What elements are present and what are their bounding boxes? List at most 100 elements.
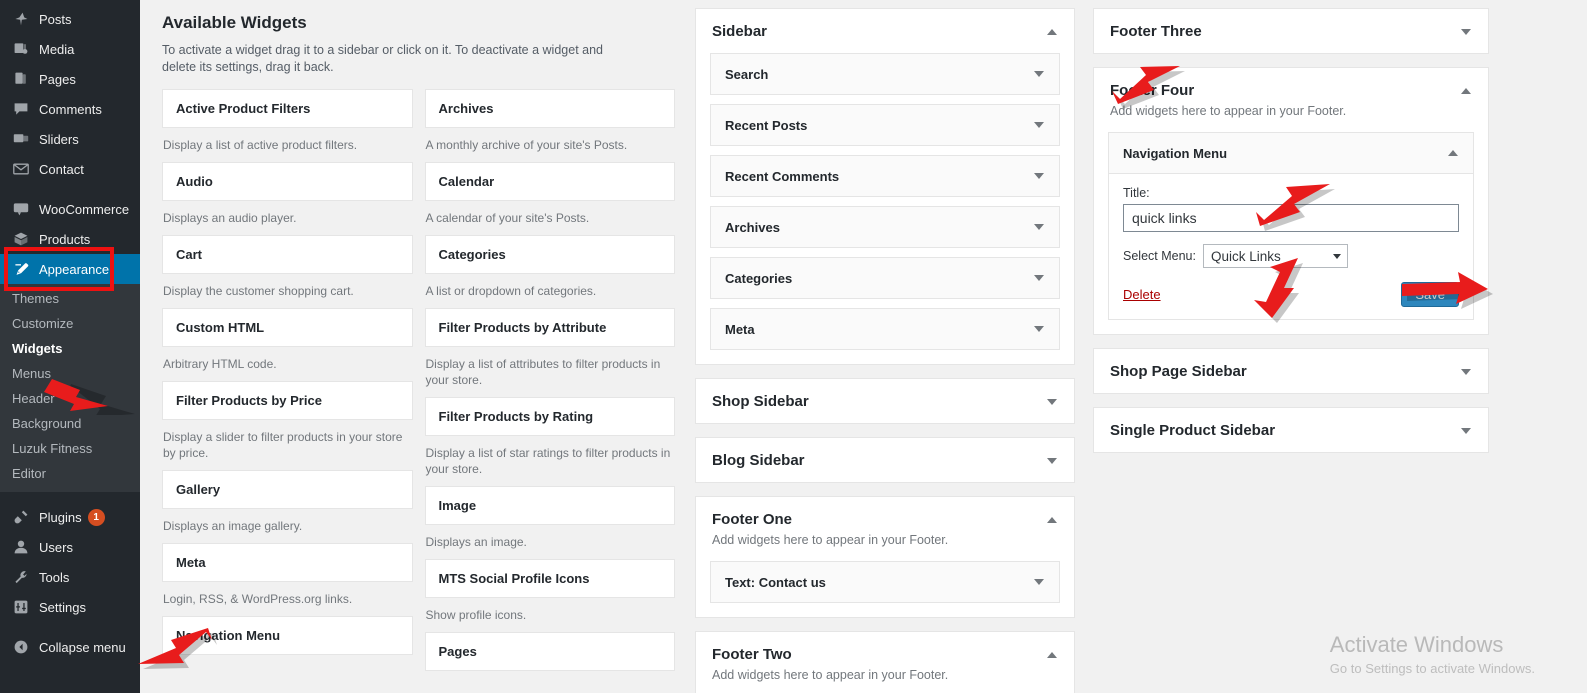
- submenu-item-themes[interactable]: Themes: [0, 286, 140, 311]
- sidebar-item-users[interactable]: Users: [0, 532, 140, 562]
- sidebar-item-settings[interactable]: Settings: [0, 592, 140, 622]
- panel-header-footer-two[interactable]: Footer Two: [696, 632, 1074, 667]
- delete-widget-link[interactable]: Delete: [1123, 287, 1161, 302]
- submenu-item-menus[interactable]: Menus: [0, 361, 140, 386]
- available-widget-card[interactable]: Cart: [162, 235, 413, 274]
- sidebar-item-sliders[interactable]: Sliders: [0, 124, 140, 154]
- panel-subtitle-footer-four: Add widgets here to appear in your Foote…: [1110, 104, 1347, 118]
- available-widget-description: Display a list of attributes to filter p…: [425, 357, 661, 387]
- sidebar-item-woocommerce[interactable]: WooCommerce: [0, 194, 140, 224]
- panel-body-footer-four: Navigation Menu Title: Select Menu: Quic…: [1094, 132, 1488, 334]
- available-widget-card[interactable]: Archives: [424, 89, 675, 128]
- panel-blog-sidebar: Blog Sidebar: [695, 437, 1075, 483]
- chevron-up-icon[interactable]: [1445, 145, 1461, 161]
- widget-row[interactable]: Recent Comments: [710, 155, 1060, 197]
- panel-header-sidebar[interactable]: Sidebar: [696, 9, 1074, 53]
- available-widget-card[interactable]: Navigation Menu: [162, 616, 413, 655]
- sidebar-item-comments[interactable]: Comments: [0, 94, 140, 124]
- panel-header-blog-sidebar[interactable]: Blog Sidebar: [696, 438, 1074, 482]
- chevron-down-icon[interactable]: [1458, 423, 1474, 439]
- media-icon: [10, 41, 32, 57]
- chevron-down-icon[interactable]: [1458, 24, 1474, 40]
- envelope-icon: [10, 161, 32, 177]
- widget-row[interactable]: Recent Posts: [710, 104, 1060, 146]
- widget-row-title: Recent Comments: [725, 168, 840, 184]
- widget-row-title: Text: Contact us: [725, 574, 826, 590]
- sidebar-item-appearance[interactable]: Appearance: [0, 254, 148, 284]
- widget-title-input[interactable]: [1123, 204, 1459, 232]
- select-menu-dropdown[interactable]: Quick Links: [1202, 244, 1348, 268]
- widget-row-title: Meta: [725, 321, 755, 337]
- widget-row-title: Search: [725, 66, 769, 82]
- chevron-up-icon[interactable]: [1044, 24, 1060, 40]
- widget-row[interactable]: Text: Contact us: [710, 561, 1060, 603]
- panel-header-footer-four[interactable]: Footer Four: [1094, 68, 1488, 103]
- sidebar-item-contact[interactable]: Contact: [0, 154, 140, 184]
- chevron-down-icon[interactable]: [1458, 364, 1474, 380]
- sidebar-item-products[interactable]: Products: [0, 224, 140, 254]
- chevron-down-icon[interactable]: [1044, 394, 1060, 410]
- main-content: Available Widgets To activate a widget d…: [140, 0, 1587, 693]
- available-widget-card[interactable]: MTS Social Profile Icons: [424, 559, 675, 598]
- brush-icon: [10, 261, 32, 277]
- title-field-label: Title:: [1123, 186, 1150, 200]
- available-widget-card[interactable]: Gallery: [162, 470, 413, 509]
- available-widget-card[interactable]: Pages: [424, 632, 675, 671]
- available-widget-description: Arbitrary HTML code.: [163, 357, 277, 371]
- chevron-up-icon[interactable]: [1044, 512, 1060, 528]
- available-widget-card[interactable]: Filter Products by Price: [162, 381, 413, 420]
- available-widget-card[interactable]: Custom HTML: [162, 308, 413, 347]
- available-widget-description: Display a list of star ratings to filter…: [425, 446, 671, 476]
- available-widget-card[interactable]: Audio: [162, 162, 413, 201]
- chevron-down-icon[interactable]: [1044, 453, 1060, 469]
- available-widget-description: A list or dropdown of categories.: [425, 284, 597, 298]
- widget-row[interactable]: Categories: [710, 257, 1060, 299]
- chevron-down-icon[interactable]: [1031, 270, 1047, 286]
- panel-header-shop-sidebar[interactable]: Shop Sidebar: [696, 379, 1074, 423]
- available-widget-card[interactable]: Filter Products by Attribute: [424, 308, 675, 347]
- chevron-up-icon[interactable]: [1044, 647, 1060, 663]
- chevron-down-icon[interactable]: [1031, 168, 1047, 184]
- chevron-down-icon[interactable]: [1031, 574, 1047, 590]
- sidebar-item-pages[interactable]: Pages: [0, 64, 140, 94]
- available-widget-card[interactable]: Categories: [424, 235, 675, 274]
- panel-header-footer-three[interactable]: Footer Three: [1094, 9, 1488, 53]
- chevron-down-icon[interactable]: [1031, 66, 1047, 82]
- available-widget-card[interactable]: Filter Products by Rating: [424, 397, 675, 436]
- widget-editor-actions: Delete Save: [1123, 282, 1459, 307]
- available-widget-card[interactable]: Image: [424, 486, 675, 525]
- submenu-item-luzuk-fitness[interactable]: Luzuk Fitness: [0, 436, 140, 461]
- sidebar-item-posts[interactable]: Posts: [0, 4, 140, 34]
- available-widgets-right-column: Archives A monthly archive of your site's…: [424, 89, 675, 671]
- available-widgets-grid: Active Product Filters Display a list of …: [162, 89, 675, 671]
- chevron-up-icon[interactable]: [1458, 83, 1474, 99]
- widget-row[interactable]: Meta: [710, 308, 1060, 350]
- panel-header-single-product-sidebar[interactable]: Single Product Sidebar: [1094, 408, 1488, 452]
- submenu-item-header[interactable]: Header: [0, 386, 140, 411]
- panel-header-footer-one[interactable]: Footer One: [696, 497, 1074, 532]
- sidebar-item-media[interactable]: Media: [0, 34, 140, 64]
- available-widget-card[interactable]: Active Product Filters: [162, 89, 413, 128]
- submenu-item-editor[interactable]: Editor: [0, 461, 140, 486]
- available-widget-description: Display a slider to filter products in y…: [163, 430, 403, 460]
- chevron-down-icon[interactable]: [1031, 321, 1047, 337]
- widget-row[interactable]: Search: [710, 53, 1060, 95]
- sidebar-item-label: Posts: [39, 11, 72, 27]
- sidebar-item-collapse-menu[interactable]: Collapse menu: [0, 632, 140, 662]
- menu-separator-1: [0, 184, 140, 194]
- chevron-down-icon[interactable]: [1031, 117, 1047, 133]
- sidebar-item-plugins[interactable]: Plugins 1: [0, 502, 140, 532]
- panel-footer-four: Footer Four Add widgets here to appear i…: [1093, 67, 1489, 335]
- widget-editor-header[interactable]: Navigation Menu: [1109, 133, 1473, 174]
- sidebar-item-tools[interactable]: Tools: [0, 562, 140, 592]
- widget-row[interactable]: Archives: [710, 206, 1060, 248]
- available-widget-card[interactable]: Meta: [162, 543, 413, 582]
- submenu-item-customize[interactable]: Customize: [0, 311, 140, 336]
- panel-header-shop-page-sidebar[interactable]: Shop Page Sidebar: [1094, 349, 1488, 393]
- submenu-item-background[interactable]: Background: [0, 411, 140, 436]
- save-button[interactable]: Save: [1401, 282, 1459, 307]
- available-widget-card[interactable]: Calendar: [424, 162, 675, 201]
- sidebar-group-content: Posts Media Pages Comments Sliders Contact: [0, 4, 140, 184]
- chevron-down-icon[interactable]: [1031, 219, 1047, 235]
- submenu-item-widgets[interactable]: Widgets: [0, 336, 140, 361]
